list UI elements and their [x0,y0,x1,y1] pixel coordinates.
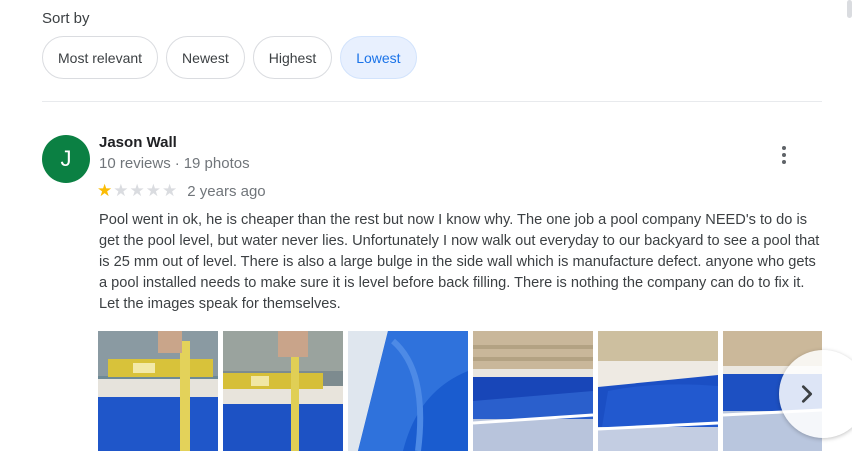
sort-chip-newest[interactable]: Newest [166,36,245,79]
review-photos [98,331,822,451]
reviews-count: 10 reviews [99,155,171,172]
meta-separator: · [174,155,180,172]
scrollbar[interactable] [847,0,852,18]
photos-count: 19 photos [183,155,250,172]
chevron-right-icon [801,385,813,403]
review-photo[interactable] [598,331,718,451]
review-photo[interactable] [473,331,593,451]
rating-row: ★ ★ ★ ★ ★ 2 years ago [97,181,266,201]
sort-by-label: Sort by [42,10,90,27]
review-photo[interactable] [223,331,343,451]
star-icon: ★ [97,181,113,200]
review-photo[interactable] [98,331,218,451]
reviewer-meta: 10 reviews · 19 photos [99,155,250,172]
review-photo[interactable] [348,331,468,451]
sort-chip-lowest[interactable]: Lowest [340,36,417,79]
more-options-icon[interactable] [772,143,796,167]
sort-chip-most-relevant[interactable]: Most relevant [42,36,159,79]
sort-chip-highest[interactable]: Highest [252,36,333,79]
star-icon: ★ [145,181,161,200]
avatar[interactable]: J [42,135,90,183]
reviewer-name[interactable]: Jason Wall [99,134,177,151]
star-icon: ★ [162,181,178,200]
review-text: Pool went in ok, he is cheaper than the … [99,212,820,312]
sort-options: Most relevant Newest Highest Lowest [42,36,417,79]
divider [42,101,822,102]
star-icon: ★ [113,181,129,200]
review-date: 2 years ago [187,182,266,200]
star-icon: ★ [129,181,145,200]
